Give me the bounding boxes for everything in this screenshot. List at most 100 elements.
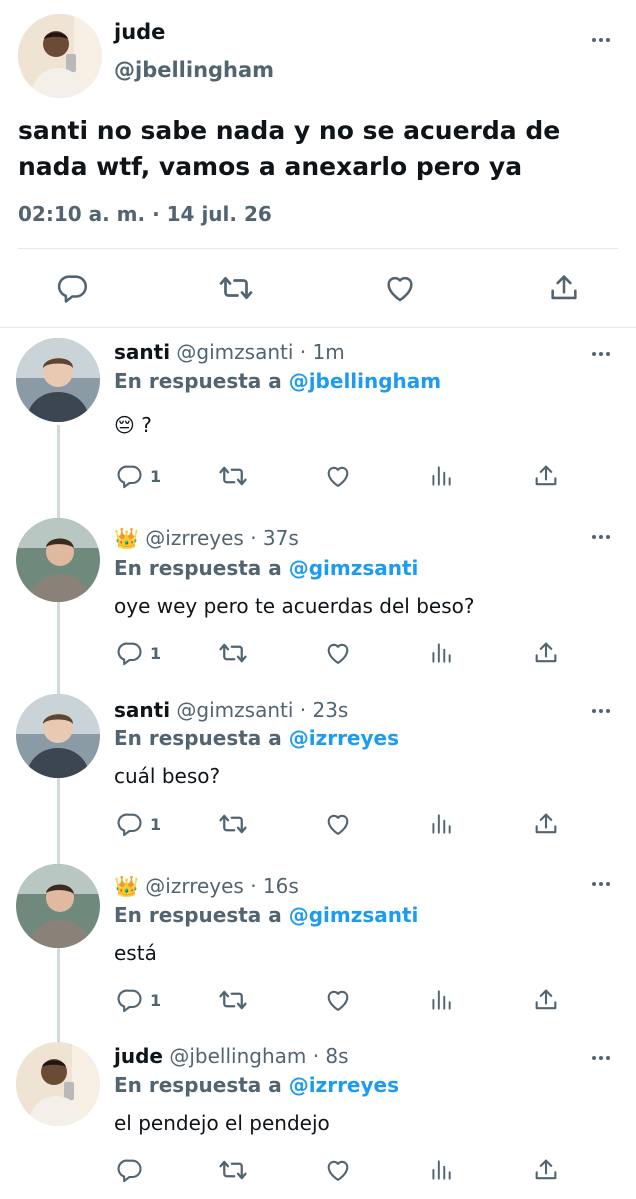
share-button[interactable] bbox=[532, 1155, 560, 1185]
reply-to-handle[interactable]: @izrreyes bbox=[289, 726, 399, 750]
more-icon[interactable] bbox=[592, 535, 610, 539]
reply-to-handle[interactable]: @gimzsanti bbox=[289, 556, 419, 580]
like-button[interactable] bbox=[324, 638, 352, 668]
avatar[interactable] bbox=[16, 518, 100, 602]
more-icon[interactable] bbox=[592, 352, 610, 356]
author-name[interactable]: jude bbox=[114, 20, 165, 44]
retweet-button[interactable] bbox=[216, 268, 256, 308]
share-button[interactable] bbox=[532, 638, 560, 668]
avatar-image bbox=[16, 518, 100, 602]
more-icon[interactable] bbox=[592, 38, 610, 42]
reply-to-handle[interactable]: @gimzsanti bbox=[289, 903, 419, 927]
like-button[interactable] bbox=[324, 985, 352, 1015]
author-handle[interactable]: @izrreyes bbox=[145, 526, 244, 550]
reply-button[interactable]: 1 bbox=[116, 809, 161, 839]
reply-button[interactable] bbox=[116, 1155, 144, 1185]
reply-context: En respuesta a @jbellingham bbox=[114, 369, 441, 393]
reply-tweet[interactable]: jude @jbellingham · 8s En respuesta a @i… bbox=[0, 1022, 636, 1199]
avatar[interactable] bbox=[16, 864, 100, 948]
author-name[interactable]: santi bbox=[114, 698, 170, 722]
views-button[interactable] bbox=[428, 809, 454, 839]
retweet-button[interactable] bbox=[218, 1155, 248, 1185]
reply-context: En respuesta a @izrreyes bbox=[114, 1073, 399, 1097]
avatar[interactable] bbox=[16, 338, 100, 422]
retweet-icon bbox=[218, 638, 248, 668]
reply-button[interactable]: 1 bbox=[116, 638, 161, 668]
avatar-image bbox=[16, 338, 100, 422]
reply-time[interactable]: · 16s bbox=[244, 874, 299, 898]
share-icon bbox=[532, 639, 560, 667]
reply-header: 👑 @izrreyes · 37s bbox=[114, 526, 299, 550]
avatar-image bbox=[16, 694, 100, 778]
like-button[interactable] bbox=[324, 1155, 352, 1185]
views-button[interactable] bbox=[428, 638, 454, 668]
like-button[interactable] bbox=[324, 461, 352, 491]
reply-tweet[interactable]: santi @gimzsanti · 1m En respuesta a @jb… bbox=[0, 328, 636, 502]
author-name[interactable]: jude bbox=[114, 1044, 163, 1068]
divider bbox=[18, 248, 618, 249]
reply-actions: 1 bbox=[0, 985, 636, 1015]
views-button[interactable] bbox=[428, 461, 454, 491]
retweet-button[interactable] bbox=[218, 809, 248, 839]
avatar[interactable] bbox=[18, 14, 102, 98]
reply-prefix: En respuesta a bbox=[114, 369, 289, 393]
views-button[interactable] bbox=[428, 985, 454, 1015]
avatar[interactable] bbox=[16, 1042, 100, 1126]
reply-context: En respuesta a @izrreyes bbox=[114, 726, 399, 750]
reply-to-handle[interactable]: @izrreyes bbox=[289, 1073, 399, 1097]
retweet-icon bbox=[218, 270, 254, 306]
retweet-icon bbox=[218, 1155, 248, 1185]
reply-context: En respuesta a @gimzsanti bbox=[114, 903, 418, 927]
tweet-text: santi no sabe nada y no se acuerda de na… bbox=[18, 116, 561, 181]
reply-time[interactable]: · 23s bbox=[293, 698, 349, 722]
reply-header: santi @gimzsanti · 23s bbox=[114, 698, 348, 722]
main-tweet: jude @jbellingham santi no sabe nada y n… bbox=[0, 0, 636, 328]
reply-time[interactable]: · 1m bbox=[293, 340, 345, 364]
reply-button[interactable]: 1 bbox=[116, 985, 161, 1015]
retweet-button[interactable] bbox=[218, 638, 248, 668]
views-button[interactable] bbox=[428, 1155, 454, 1185]
author-handle[interactable]: @gimzsanti bbox=[176, 340, 293, 364]
more-icon[interactable] bbox=[592, 1056, 610, 1060]
author-handle[interactable]: @jbellingham bbox=[169, 1044, 306, 1068]
views-icon bbox=[428, 1157, 454, 1183]
like-icon bbox=[324, 810, 352, 838]
more-icon[interactable] bbox=[592, 709, 610, 713]
reply-icon bbox=[56, 271, 90, 305]
reply-header: 👑 @izrreyes · 16s bbox=[114, 874, 299, 898]
reply-tweet[interactable]: 👑 @izrreyes · 16s En respuesta a @gimzsa… bbox=[0, 844, 636, 1022]
reply-tweet[interactable]: 👑 @izrreyes · 37s En respuesta a @gimzsa… bbox=[0, 502, 636, 674]
reply-tweet[interactable]: santi @gimzsanti · 23s En respuesta a @i… bbox=[0, 674, 636, 844]
tweet-timestamp[interactable]: 02:10 a. m. · 14 jul. 26 bbox=[18, 202, 272, 226]
share-button[interactable] bbox=[532, 461, 560, 491]
retweet-icon bbox=[218, 809, 248, 839]
author-handle[interactable]: @gimzsanti bbox=[176, 698, 293, 722]
author-handle[interactable]: @izrreyes bbox=[145, 874, 244, 898]
like-button[interactable] bbox=[324, 809, 352, 839]
more-icon[interactable] bbox=[592, 882, 610, 886]
share-icon bbox=[532, 810, 560, 838]
share-button[interactable] bbox=[532, 809, 560, 839]
reply-actions: 1 bbox=[0, 461, 636, 491]
retweet-icon bbox=[218, 461, 248, 491]
like-button[interactable] bbox=[380, 268, 420, 308]
reply-count: 1 bbox=[150, 466, 162, 486]
share-icon bbox=[532, 986, 560, 1014]
reply-button[interactable] bbox=[53, 268, 93, 308]
author-handle[interactable]: @jbellingham bbox=[114, 58, 274, 82]
like-icon bbox=[324, 1156, 352, 1184]
share-button[interactable] bbox=[544, 268, 584, 308]
reply-prefix: En respuesta a bbox=[114, 1073, 289, 1097]
retweet-button[interactable] bbox=[218, 461, 248, 491]
reply-to-handle[interactable]: @jbellingham bbox=[289, 369, 441, 393]
retweet-button[interactable] bbox=[218, 985, 248, 1015]
share-icon bbox=[532, 1156, 560, 1184]
author-name[interactable]: santi bbox=[114, 340, 170, 364]
reply-time[interactable]: · 37s bbox=[244, 526, 299, 550]
avatar[interactable] bbox=[16, 694, 100, 778]
reply-text: está bbox=[114, 941, 157, 965]
reply-count: 1 bbox=[150, 990, 162, 1010]
reply-time[interactable]: · 8s bbox=[306, 1044, 349, 1068]
share-button[interactable] bbox=[532, 985, 560, 1015]
reply-button[interactable]: 1 bbox=[116, 461, 161, 491]
